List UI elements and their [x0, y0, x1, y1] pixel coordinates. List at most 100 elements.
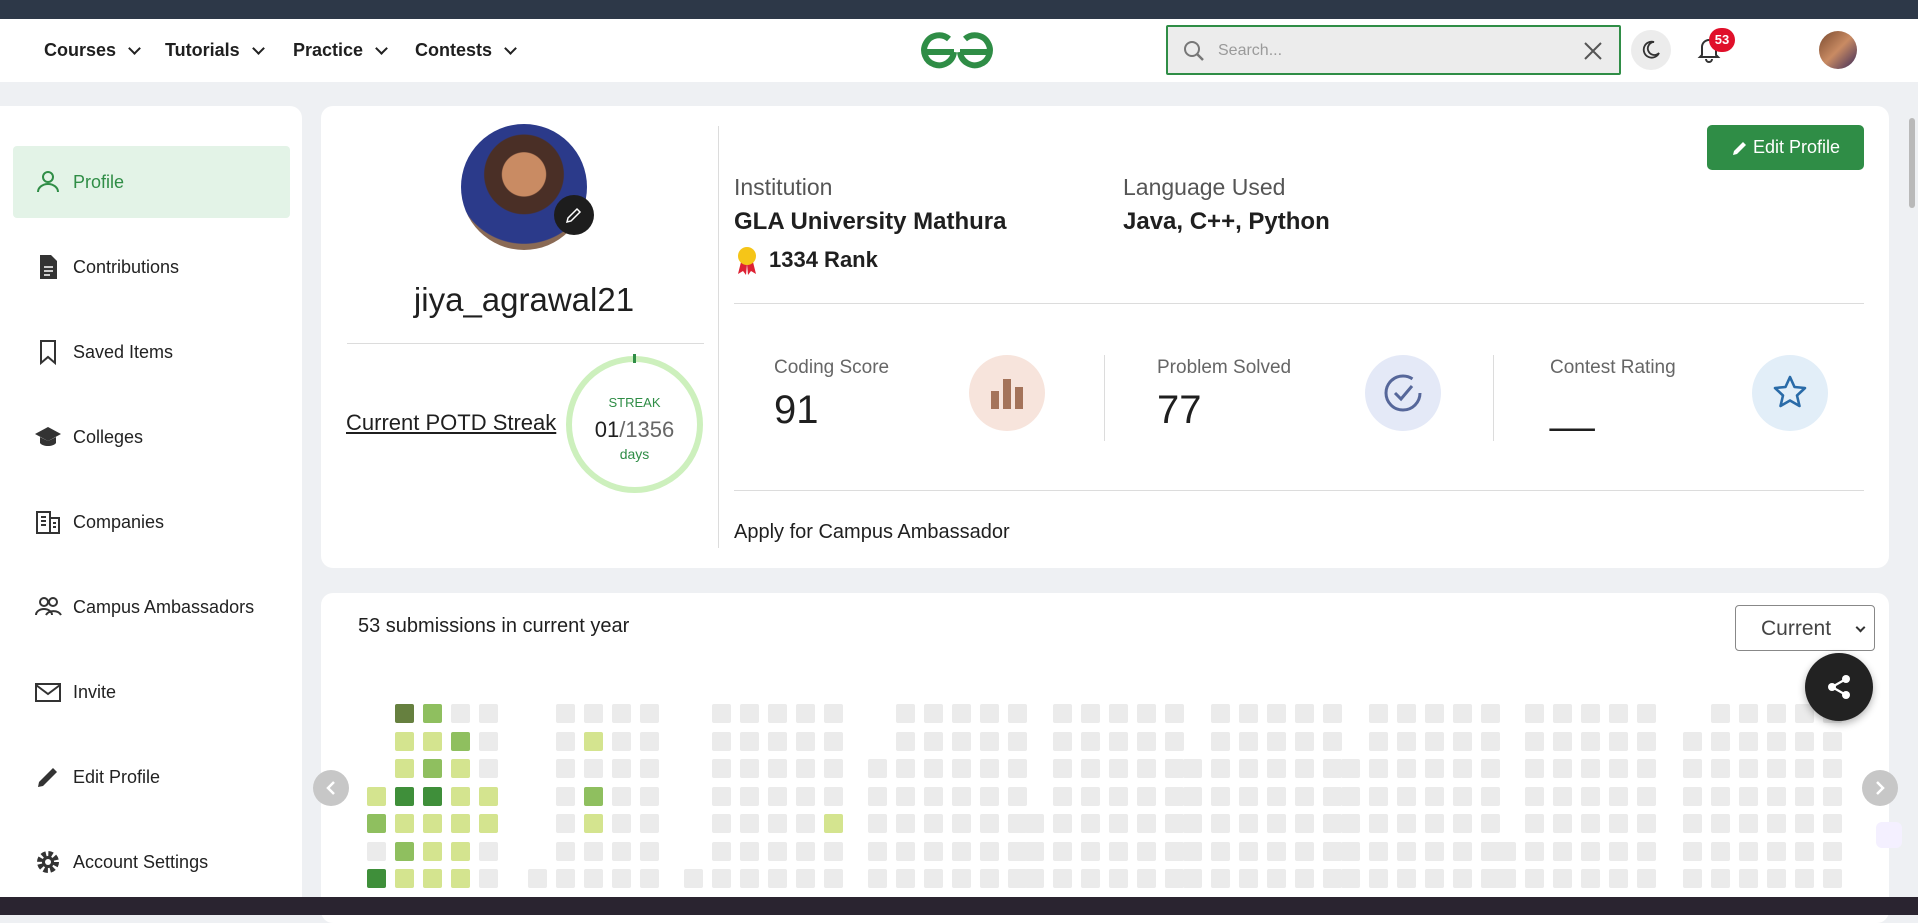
heatmap-cell[interactable] — [1165, 841, 1184, 861]
heatmap-cell[interactable] — [1109, 731, 1128, 751]
heatmap-cell[interactable] — [1267, 869, 1286, 888]
heatmap-cell[interactable] — [1323, 841, 1342, 861]
heatmap-cell[interactable] — [1137, 704, 1156, 723]
heatmap-cell[interactable] — [1823, 841, 1842, 861]
heatmap-cell[interactable] — [980, 704, 999, 723]
heatmap-cell[interactable] — [1397, 704, 1416, 723]
heatmap-cell[interactable] — [1295, 759, 1314, 778]
heatmap-cell[interactable] — [1525, 869, 1544, 888]
heatmap-cell[interactable] — [612, 814, 631, 833]
heatmap-cell[interactable] — [1369, 814, 1388, 833]
heatmap-cell[interactable] — [1397, 759, 1416, 778]
heatmap-cell[interactable] — [740, 731, 759, 751]
heatmap-cell[interactable] — [952, 869, 971, 888]
heatmap-cell[interactable] — [1581, 704, 1600, 723]
heatmap-cell[interactable] — [1081, 704, 1100, 723]
heatmap-cell[interactable] — [1341, 759, 1360, 778]
heatmap-cell[interactable] — [1711, 704, 1730, 723]
heatmap-cell[interactable] — [1109, 704, 1128, 723]
heatmap-cell[interactable] — [896, 869, 915, 888]
heatmap-cell[interactable] — [1553, 704, 1572, 723]
heatmap-cell[interactable] — [1239, 814, 1258, 833]
heatmap-cell[interactable] — [1767, 841, 1786, 861]
heatmap-cell[interactable] — [1341, 841, 1360, 861]
assistant-icon[interactable] — [1876, 822, 1902, 848]
heatmap-cell[interactable] — [1637, 814, 1656, 833]
heatmap-cell[interactable] — [1795, 731, 1814, 751]
campus-ambassador-link[interactable]: Apply for Campus Ambassador — [734, 521, 1010, 544]
heatmap-cell[interactable] — [612, 869, 631, 888]
heatmap-cell[interactable] — [1581, 869, 1600, 888]
heatmap-cell[interactable] — [868, 786, 887, 806]
sidebar-item-companies[interactable]: Companies — [13, 486, 290, 558]
heatmap-cell[interactable] — [423, 759, 442, 778]
heatmap-cell[interactable] — [1211, 786, 1230, 806]
heatmap-cell[interactable] — [1823, 759, 1842, 778]
heatmap-cell[interactable] — [712, 786, 731, 806]
heatmap-cell[interactable] — [1183, 869, 1202, 888]
heatmap-cell[interactable] — [1525, 731, 1544, 751]
heatmap-cell[interactable] — [1525, 786, 1544, 806]
heatmap-cell[interactable] — [640, 814, 659, 833]
heatmap-cell[interactable] — [640, 759, 659, 778]
heatmap-cell[interactable] — [1397, 731, 1416, 751]
heatmap-cell[interactable] — [924, 841, 943, 861]
heatmap-cell[interactable] — [1183, 759, 1202, 778]
heatmap-cell[interactable] — [367, 869, 386, 888]
heatmap-cell[interactable] — [1137, 786, 1156, 806]
heatmap-cell[interactable] — [712, 814, 731, 833]
heatmap-cell[interactable] — [952, 759, 971, 778]
heatmap-cell[interactable] — [980, 869, 999, 888]
heatmap-cell[interactable] — [1497, 869, 1516, 888]
heatmap-cell[interactable] — [1137, 731, 1156, 751]
heatmap-cell[interactable] — [1137, 814, 1156, 833]
heatmap-cell[interactable] — [1767, 759, 1786, 778]
heatmap-cell[interactable] — [824, 841, 843, 861]
heatmap-cell[interactable] — [768, 786, 787, 806]
heatmap-cell[interactable] — [1081, 786, 1100, 806]
heatmap-cell[interactable] — [1481, 814, 1500, 833]
heatmap-cell[interactable] — [796, 704, 815, 723]
heatmap-cell[interactable] — [1553, 731, 1572, 751]
heatmap-cell[interactable] — [1609, 869, 1628, 888]
heatmap-cell[interactable] — [1165, 814, 1184, 833]
heatmap-cell[interactable] — [1795, 841, 1814, 861]
heatmap-cell[interactable] — [1553, 759, 1572, 778]
heatmap-cell[interactable] — [768, 869, 787, 888]
heatmap-cell[interactable] — [1008, 786, 1027, 806]
heatmap-cell[interactable] — [1425, 841, 1444, 861]
scrollbar-thumb[interactable] — [1909, 118, 1915, 208]
heatmap-cell[interactable] — [640, 786, 659, 806]
heatmap-cell[interactable] — [1609, 786, 1628, 806]
heatmap-cell[interactable] — [824, 759, 843, 778]
heatmap-cell[interactable] — [1295, 786, 1314, 806]
heatmap-cell[interactable] — [1267, 814, 1286, 833]
heatmap-cell[interactable] — [1739, 841, 1758, 861]
heatmap-cell[interactable] — [868, 869, 887, 888]
heatmap-cell[interactable] — [367, 814, 386, 833]
heatmap-cell[interactable] — [1183, 814, 1202, 833]
heatmap-cell[interactable] — [1323, 704, 1342, 723]
heatmap-cell[interactable] — [584, 704, 603, 723]
heatmap-cell[interactable] — [1453, 841, 1472, 861]
heatmap-cell[interactable] — [980, 814, 999, 833]
heatmap-cell[interactable] — [1823, 786, 1842, 806]
heatmap-cell[interactable] — [684, 869, 703, 888]
heatmap-cell[interactable] — [1109, 841, 1128, 861]
heatmap-cell[interactable] — [1323, 731, 1342, 751]
heatmap-cell[interactable] — [1637, 759, 1656, 778]
sidebar-item-contributions[interactable]: Contributions — [13, 231, 290, 303]
heatmap-cell[interactable] — [1767, 814, 1786, 833]
heatmap-cell[interactable] — [1581, 759, 1600, 778]
heatmap-cell[interactable] — [1609, 731, 1628, 751]
heatmap-cell[interactable] — [1295, 814, 1314, 833]
heatmap-cell[interactable] — [1211, 814, 1230, 833]
heatmap-cell[interactable] — [1711, 841, 1730, 861]
heatmap-cell[interactable] — [712, 704, 731, 723]
heatmap-cell[interactable] — [1481, 786, 1500, 806]
heatmap-cell[interactable] — [1165, 786, 1184, 806]
sidebar-item-invite[interactable]: Invite — [13, 656, 290, 728]
heatmap-cell[interactable] — [1053, 759, 1072, 778]
heatmap-cell[interactable] — [1081, 841, 1100, 861]
heatmap-cell[interactable] — [1165, 869, 1184, 888]
